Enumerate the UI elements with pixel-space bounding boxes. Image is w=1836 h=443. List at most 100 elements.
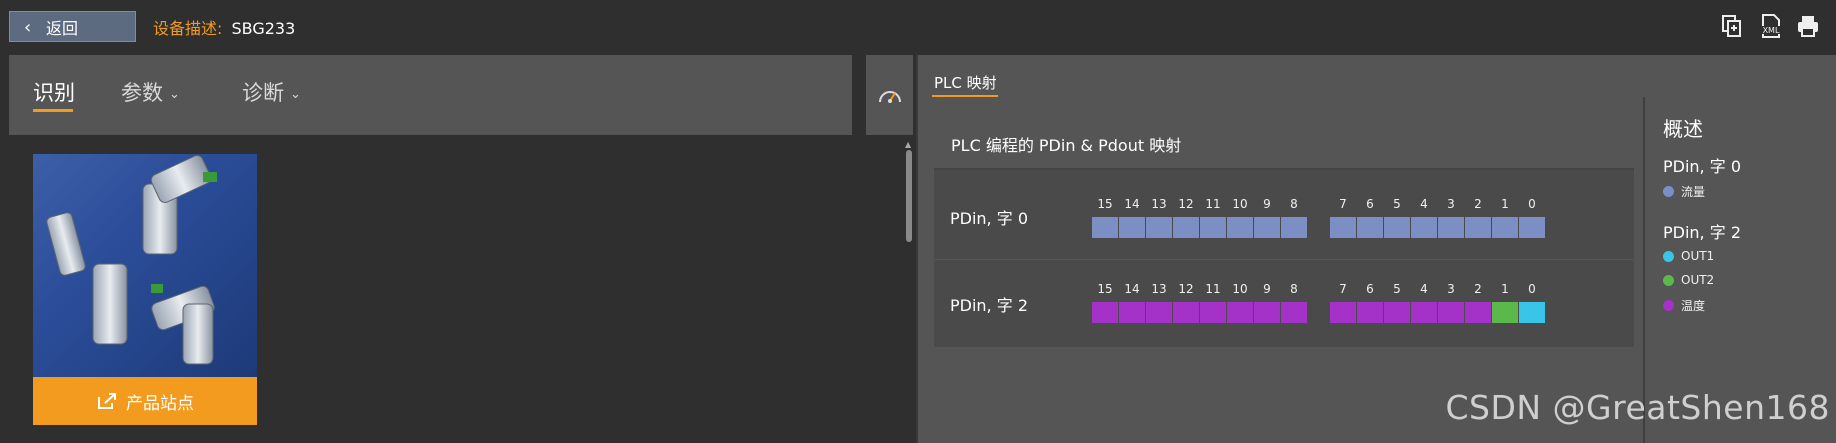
bit-cell-0: [1519, 302, 1545, 323]
top-bar: ‹ 返回 设备描述: SBG233 XML: [0, 0, 1836, 52]
overview-group-word2: PDin, 字 2: [1663, 223, 1741, 242]
chevron-left-icon: ‹: [24, 17, 32, 38]
bit-number-label: 4: [1420, 197, 1428, 211]
scrollbar-thumb[interactable]: [906, 150, 912, 242]
pdin-word0-label: PDin, 字 0: [950, 209, 1028, 228]
bit-cell-7: [1330, 302, 1356, 323]
bit-number-label: 15: [1097, 282, 1113, 296]
chevron-down-icon: ⌄: [169, 87, 180, 102]
plc-mapping-card: PLC 编程的 PDin & Pdout 映射 PDin, 字 0 15 14 13…: [934, 115, 1634, 347]
pdin-word2-row: PDin, 字 2 15 14 13 12 11 10 9 8 7 6 5 4 3 2 1 0: [934, 261, 1634, 349]
bit-number-label: 8: [1290, 282, 1298, 296]
legend-item-flow: 流量: [1663, 183, 1705, 200]
tab-parameters[interactable]: 参数 ⌄: [121, 77, 180, 107]
bit-number-label: 10: [1232, 282, 1248, 296]
bit-number-label: 5: [1393, 197, 1401, 211]
legend-dot-temperature: [1663, 300, 1674, 311]
bit-number-label: 9: [1263, 197, 1271, 211]
bit-cell-3: [1438, 217, 1464, 238]
tab-plc-mapping[interactable]: PLC 映射: [934, 72, 997, 93]
left-tab-bar: 识别 参数 ⌄ 诊断 ⌄: [9, 55, 852, 135]
bit-number-label: 4: [1420, 282, 1428, 296]
bit-cell-15: [1092, 302, 1118, 323]
bit-number-label: 10: [1232, 197, 1248, 211]
vertical-scrollbar[interactable]: ▲: [903, 140, 915, 443]
gauge-icon: [878, 91, 901, 103]
bit-cell-2: [1465, 217, 1491, 238]
bit-number-label: 0: [1528, 197, 1536, 211]
pdin-word2-label: PDin, 字 2: [950, 296, 1028, 315]
bit-cell-1: [1492, 217, 1518, 238]
bit-number-label: 5: [1393, 282, 1401, 296]
active-tab-indicator: [33, 109, 73, 112]
bit-number-label: 11: [1205, 197, 1221, 211]
bit-cell-4: [1411, 217, 1437, 238]
bit-number-label: 12: [1178, 197, 1194, 211]
bit-cell-5: [1384, 217, 1410, 238]
bit-number-label: 3: [1447, 282, 1455, 296]
bit-number-label: 13: [1151, 282, 1167, 296]
device-description-label: 设备描述:: [153, 19, 223, 38]
bit-cell-4: [1411, 302, 1437, 323]
bit-cell-14: [1119, 217, 1145, 238]
bit-cell-7: [1330, 217, 1356, 238]
bit-cell-10: [1227, 217, 1253, 238]
xml-icon[interactable]: XML: [1758, 13, 1783, 39]
bit-number-label: 12: [1178, 282, 1194, 296]
tab-diagnostics[interactable]: 诊断 ⌄: [242, 77, 301, 107]
export-icon[interactable]: [1720, 13, 1744, 39]
bit-number-label: 2: [1474, 197, 1482, 211]
bit-number-label: 14: [1124, 282, 1140, 296]
product-site-button[interactable]: 产品站点: [33, 377, 257, 425]
bit-number-label: 1: [1501, 282, 1509, 296]
bit-cell-11: [1200, 302, 1226, 323]
bit-cell-15: [1092, 217, 1118, 238]
bit-number-label: 3: [1447, 197, 1455, 211]
bit-cell-12: [1173, 302, 1199, 323]
overview-group-word0: PDin, 字 0: [1663, 157, 1741, 176]
bit-number-label: 11: [1205, 282, 1221, 296]
product-site-label: 产品站点: [126, 393, 194, 414]
plc-mapping-panel: PLC 映射 PLC 编程的 PDin & Pdout 映射 PDin, 字 0…: [916, 55, 1836, 443]
print-icon[interactable]: [1796, 13, 1820, 39]
bit-cell-9: [1254, 217, 1280, 238]
bit-number-label: 6: [1366, 282, 1374, 296]
bit-cell-8: [1281, 217, 1307, 238]
bit-cell-9: [1254, 302, 1280, 323]
bit-cell-11: [1200, 217, 1226, 238]
bit-cell-2: [1465, 302, 1491, 323]
bit-number-label: 2: [1474, 282, 1482, 296]
bit-cell-14: [1119, 302, 1145, 323]
bit-cell-0: [1519, 217, 1545, 238]
bit-cell-1: [1492, 302, 1518, 323]
bit-number-label: 9: [1263, 282, 1271, 296]
pdin-word0-row: PDin, 字 0 15 14 13 12 11 10 9 8 7 6 5 4 3 2 1 0: [934, 172, 1634, 260]
bit-cell-13: [1146, 302, 1172, 323]
bit-cell-8: [1281, 302, 1307, 323]
bit-number-label: 0: [1528, 282, 1536, 296]
scroll-up-arrow-icon[interactable]: ▲: [905, 140, 911, 149]
legend-item-out2: OUT2: [1663, 273, 1714, 287]
device-description: 设备描述: SBG233: [153, 15, 295, 39]
plc-tab-indicator: [932, 95, 998, 97]
bit-cell-3: [1438, 302, 1464, 323]
legend-dot-out2: [1663, 274, 1674, 286]
bit-number-label: 7: [1339, 282, 1347, 296]
bit-cell-6: [1357, 217, 1383, 238]
bit-cell-13: [1146, 217, 1172, 238]
plc-mapping-card-title: PLC 编程的 PDin & Pdout 映射: [934, 115, 1634, 170]
back-button-label: 返回: [46, 18, 79, 38]
bit-cell-5: [1384, 302, 1410, 323]
bit-number-label: 15: [1097, 197, 1113, 211]
gauge-button[interactable]: [866, 55, 913, 135]
tab-identification[interactable]: 识别: [33, 77, 75, 107]
bit-number-label: 7: [1339, 197, 1347, 211]
bit-number-label: 14: [1124, 197, 1140, 211]
bit-cell-10: [1227, 302, 1253, 323]
device-name: SBG233: [231, 19, 296, 38]
back-button[interactable]: ‹ 返回: [9, 11, 136, 42]
legend-item-out1: OUT1: [1663, 249, 1714, 263]
svg-text:XML: XML: [1763, 26, 1780, 35]
bit-number-label: 6: [1366, 197, 1374, 211]
legend-dot-flow: [1663, 186, 1674, 197]
